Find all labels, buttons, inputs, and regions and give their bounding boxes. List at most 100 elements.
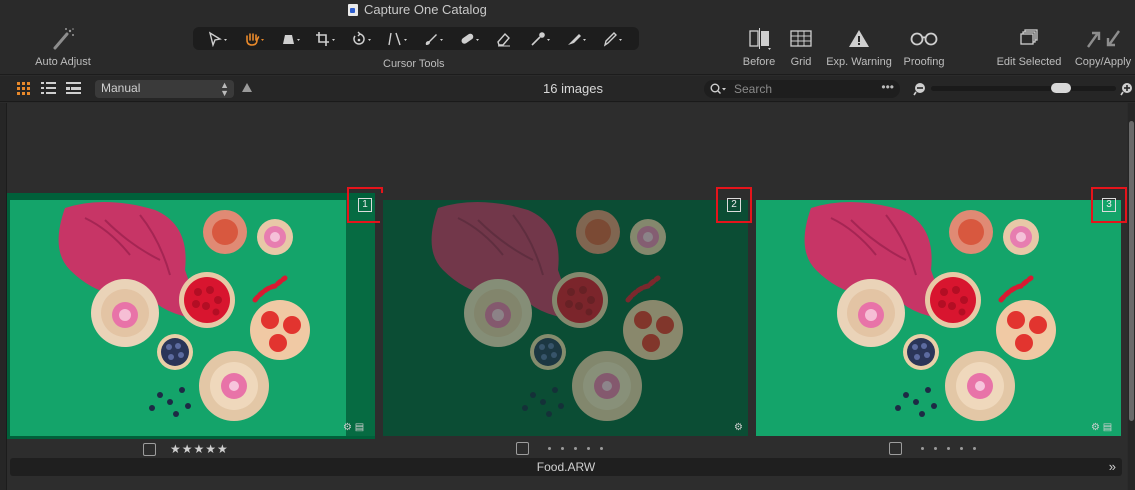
proofing-button[interactable]: Proofing	[900, 27, 948, 68]
zoom-in-icon[interactable]	[1120, 82, 1134, 96]
image-number: 1	[358, 198, 372, 212]
filmstrip-view-icon[interactable]	[66, 82, 81, 95]
select-checkbox[interactable]	[889, 442, 902, 455]
search-input[interactable]	[734, 81, 874, 97]
thumbnail-image[interactable]	[756, 200, 1121, 436]
image-count: 16 images	[543, 81, 603, 96]
glasses-icon	[910, 32, 938, 46]
thumbnail-image[interactable]	[383, 200, 748, 436]
color-picker-icon	[531, 31, 551, 46]
window-title: Capture One Catalog	[348, 2, 487, 17]
copy-apply-button[interactable]: Copy/Apply	[1071, 27, 1135, 68]
auto-adjust-label: Auto Adjust	[35, 56, 91, 68]
search-options-icon[interactable]: •••	[881, 80, 894, 94]
pan-tool[interactable]	[237, 29, 273, 49]
gradient-icon	[568, 33, 587, 45]
proofing-label: Proofing	[903, 56, 945, 68]
crop-icon	[316, 31, 336, 46]
grid-button[interactable]: Grid	[786, 27, 816, 68]
filename: Food.ARW	[536, 460, 596, 474]
select-checkbox[interactable]	[516, 442, 529, 455]
image-number: 3	[1102, 198, 1116, 212]
thumbnail-badges: ⚙ ▤	[343, 422, 364, 433]
eraser-icon	[496, 32, 510, 46]
browser-scrollbar[interactable]	[1128, 103, 1135, 490]
gradient-tool[interactable]	[559, 29, 595, 49]
search-field[interactable]: •••	[704, 80, 900, 98]
select-tool[interactable]	[201, 29, 237, 49]
image-number: 2	[727, 198, 741, 212]
stack-icon	[1020, 29, 1038, 45]
annotate-tool[interactable]	[595, 29, 631, 49]
straighten-tool[interactable]	[380, 29, 416, 49]
image-number-badge: 1	[347, 187, 383, 223]
image-thumbnail-cell[interactable]: 3 ⚙ ▤	[753, 187, 1127, 458]
grid-label: Grid	[790, 56, 812, 68]
crop-tool[interactable]	[308, 29, 344, 49]
adjustments-gear-icon: ⚙	[1091, 422, 1100, 433]
expand-chevron-icon[interactable]: »	[1109, 458, 1116, 476]
filename-bar: Food.ARW »	[10, 458, 1122, 476]
cursor-tools-label: Cursor Tools	[383, 58, 445, 70]
thumbnail-badges: ⚙ ▤	[1091, 422, 1112, 433]
image-number-badge: 2	[716, 187, 752, 223]
copy-apply-label: Copy/Apply	[1074, 56, 1132, 68]
browser-toolbar: Manual ▲▼ 16 images •••	[0, 76, 1135, 102]
edit-selected-label: Edit Selected	[996, 56, 1062, 68]
sort-select[interactable]: Manual ▲ ▼	[95, 80, 234, 98]
grid-icon	[790, 30, 812, 47]
thumbnail-image[interactable]	[10, 200, 375, 436]
star-rating[interactable]: ★★★★★	[170, 442, 229, 456]
adjustments-gear-icon: ⚙	[343, 422, 352, 433]
search-icon	[710, 83, 726, 94]
thumbnail-badges: ⚙	[734, 422, 743, 433]
select-checkbox[interactable]	[143, 442, 156, 456]
catalog-icon	[348, 3, 358, 16]
rotate-icon	[353, 31, 372, 45]
image-thumbnail-cell[interactable]: 1 ⚙ ▤ ★★★★★	[7, 187, 383, 458]
list-view-icon[interactable]	[41, 82, 56, 95]
star-rating[interactable]	[916, 447, 981, 450]
magic-wand-icon	[53, 28, 74, 50]
thumbnail-meta-row	[889, 442, 981, 455]
cursor-tools-group	[193, 27, 639, 50]
brush-tool[interactable]	[416, 29, 452, 49]
image-number-badge: 3	[1091, 187, 1127, 223]
scrollbar-thumb[interactable]	[1129, 121, 1134, 421]
before-after-icon	[749, 28, 771, 50]
annotate-icon	[603, 31, 623, 47]
heal-icon	[461, 33, 479, 44]
color-picker-tool[interactable]	[523, 29, 559, 49]
updown-chevron-icon: ▲ ▼	[220, 80, 229, 98]
before-button[interactable]: Before	[740, 27, 778, 68]
warning-icon	[849, 30, 869, 47]
zoom-slider-handle[interactable]	[1051, 83, 1071, 93]
select-icon	[208, 31, 227, 47]
adjustments-gear-icon: ⚙	[734, 422, 743, 433]
eraser-tool[interactable]	[488, 29, 524, 49]
zoom-slider[interactable]	[931, 83, 1116, 93]
metadata-icon: ▤	[354, 422, 365, 433]
metadata-icon: ▤	[1102, 422, 1113, 433]
thumbnail-meta-row: ★★★★★	[143, 442, 229, 456]
thumbnail-meta-row	[516, 442, 608, 455]
keystone-tool[interactable]	[273, 29, 309, 49]
rotate-tool[interactable]	[344, 29, 380, 49]
copy-apply-arrows-icon	[1087, 30, 1120, 48]
star-rating[interactable]	[543, 447, 608, 450]
main-toolbar: Capture One Catalog Auto Adjust Cursor T…	[0, 0, 1135, 75]
sort-direction-icon[interactable]	[242, 83, 252, 92]
window-title-text: Capture One Catalog	[364, 2, 487, 17]
before-label: Before	[742, 56, 776, 68]
left-panel-edge	[0, 103, 7, 490]
straighten-icon	[388, 32, 408, 45]
pan-hand-icon	[245, 32, 264, 46]
zoom-out-icon[interactable]	[913, 82, 927, 96]
exp-warning-button[interactable]: Exp. Warning	[823, 27, 895, 68]
auto-adjust-button[interactable]: Auto Adjust	[30, 27, 96, 68]
heal-tool[interactable]	[452, 29, 488, 49]
edit-selected-button[interactable]: Edit Selected	[992, 27, 1066, 68]
exp-warning-label: Exp. Warning	[826, 56, 892, 68]
grid-view-icon[interactable]	[17, 82, 31, 95]
image-thumbnail-cell[interactable]: 2 ⚙	[380, 187, 753, 458]
